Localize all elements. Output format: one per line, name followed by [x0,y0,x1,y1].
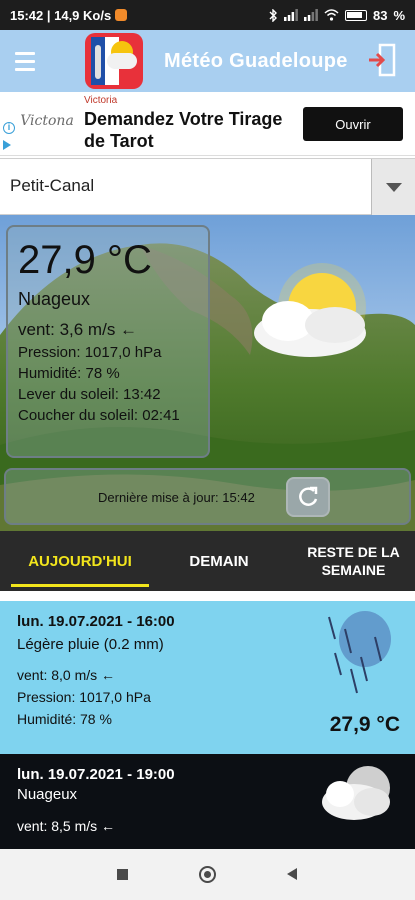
app-header: Météo Guadeloupe [0,30,415,92]
rain-icon [328,611,391,694]
forecast-datetime: lun. 19.07.2021 - 19:00 [17,766,175,783]
ad-banner[interactable]: i Victona Victoria Demandez Votre Tirage… [0,92,415,156]
ad-sponsor: Victoria [84,95,118,106]
home-icon[interactable] [199,866,216,883]
forecast-item[interactable]: lun. 19.07.2021 - 19:00 Nuageux vent: 8,… [0,754,415,849]
forecast-list: lun. 19.07.2021 - 16:00 Légère pluie (0.… [0,591,415,849]
app-logo [85,33,143,89]
bluetooth-icon [269,8,277,22]
current-pressure: Pression: 1017,0 hPa [18,344,162,361]
last-update-text: Dernière mise à jour: 15:42 [98,490,255,505]
back-icon[interactable] [287,868,297,880]
refresh-icon [299,486,318,506]
current-sunset: Coucher du soleil: 02:41 [18,407,180,424]
forecast-condition: Nuageux [17,786,78,803]
forecast-humidity: Humidité: 78 % [17,711,112,727]
cloudy-night-icon [322,766,390,820]
tab-tomorrow[interactable]: DEMAIN [160,531,278,591]
current-humidity: Humidité: 78 % [18,365,120,382]
battery-level: 83 [372,7,388,23]
ad-info-icon[interactable]: i [3,122,15,134]
exit-icon[interactable] [367,43,397,77]
location-select[interactable]: Petit-Canal [0,158,415,216]
ad-headline[interactable]: Demandez Votre Tirage de Tarot [84,108,299,152]
battery-icon [344,9,367,21]
forecast-tabs: AUJOURD'HUI DEMAIN RESTE DE LA SEMAINE [0,531,415,591]
tab-active-indicator [11,584,149,587]
status-time-speed: 15:42 | 14,9 Ko/s [10,7,112,23]
current-condition: Nuageux [18,289,91,309]
wifi-icon [324,9,339,21]
forecast-wind: vent: 8,0 m/s ← [17,667,116,683]
current-sunrise: Lever du soleil: 13:42 [18,386,161,403]
location-selected: Petit-Canal [10,176,95,195]
chevron-down-icon[interactable] [371,159,415,216]
current-wind: vent: 3,6 m/s ← [18,320,138,339]
tab-today[interactable]: AUJOURD'HUI [0,531,160,591]
status-bar: 15:42 | 14,9 Ko/s 83% [0,0,415,30]
ad-choices-icon[interactable] [3,140,11,150]
forecast-item[interactable]: lun. 19.07.2021 - 16:00 Légère pluie (0.… [0,601,415,754]
forecast-wind: vent: 8,5 m/s ← [17,818,116,834]
refresh-button[interactable] [286,477,330,517]
notification-app-icon [115,9,128,21]
signal-icon [283,9,298,21]
app-title: Météo Guadeloupe [164,50,348,72]
forecast-datetime: lun. 19.07.2021 - 16:00 [17,613,175,630]
current-weather-hero: 27,9 °C Nuageux vent: 3,6 m/s ← Pression… [0,215,415,531]
ad-brand-logo: Victona [20,113,74,129]
forecast-pressure: Pression: 1017,0 hPa [17,689,151,705]
current-weather-card: 27,9 °C Nuageux vent: 3,6 m/s ← Pression… [6,225,210,458]
recents-icon[interactable] [117,869,128,880]
ad-open-button[interactable]: Ouvrir [303,107,403,141]
system-nav-bar [0,849,415,900]
current-temperature: 27,9 °C [18,238,152,282]
tab-rest-of-week[interactable]: RESTE DE LA SEMAINE [296,531,411,591]
signal-icon-2 [303,9,318,21]
forecast-condition: Légère pluie (0.2 mm) [17,636,164,653]
last-update-bar: Dernière mise à jour: 15:42 [4,468,411,525]
forecast-temperature: 27,9 °C [329,713,400,736]
hamburger-icon[interactable] [0,30,50,92]
